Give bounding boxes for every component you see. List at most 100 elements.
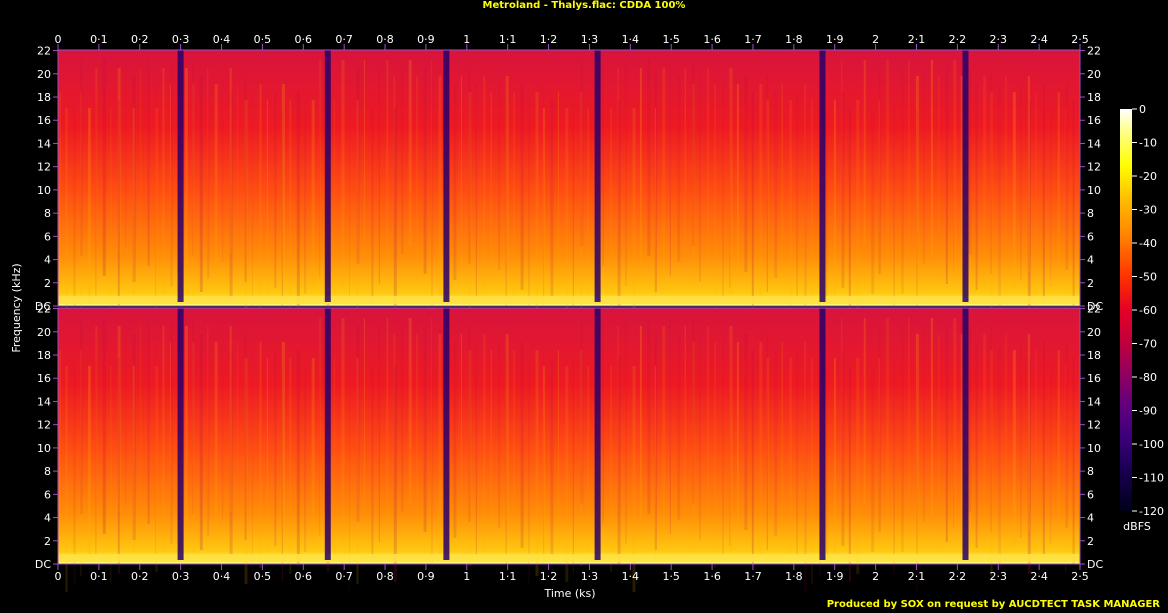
low-frequency-band <box>58 554 1080 562</box>
spectrogram-streak <box>699 76 701 282</box>
spectrogram-streak <box>833 100 836 296</box>
spectrogram-streak <box>408 318 412 504</box>
y-tick-label: 16 <box>37 372 51 385</box>
spectrogram-streak <box>341 318 345 544</box>
channel-2-spectrogram <box>57 307 1081 592</box>
spectrogram-streak <box>117 100 120 316</box>
x-tick-label: 0·2 <box>131 33 149 46</box>
spectrogram-streak <box>252 92 253 318</box>
y-tick-label: 18 <box>37 91 51 104</box>
x-tick-label: 1·1 <box>499 570 517 583</box>
y-tick-label: 8 <box>1087 465 1094 478</box>
spectrogram-streak <box>841 92 845 288</box>
spectrogram-streak <box>438 334 442 560</box>
silence-gap <box>177 50 184 302</box>
spectrogram-streak <box>416 334 419 540</box>
x-tick-label: 1 <box>463 570 470 583</box>
spectrogram-streak <box>617 358 621 564</box>
spectrogram-streak <box>550 358 554 554</box>
spectrogram-streak <box>102 60 106 276</box>
spectrogram-streak <box>543 342 544 568</box>
x-tick-label: 0·1 <box>90 570 108 583</box>
spectrogram-streak <box>692 318 695 504</box>
spectrogram-streak <box>214 84 218 270</box>
spectrogram-streak <box>893 366 895 572</box>
spectrogram-streak <box>453 342 457 538</box>
spectrogram-streak <box>953 60 957 276</box>
spectrogram-streak <box>983 76 987 282</box>
spectrogram-streak <box>826 108 828 304</box>
spectrogram-streak <box>58 92 62 298</box>
spectrogram-streak <box>505 76 509 262</box>
spectrogram-streak <box>662 68 666 284</box>
spectrogram-streak <box>923 68 925 264</box>
spectrogram-streak <box>289 358 292 574</box>
spectrogram-streak <box>73 358 76 584</box>
silence-gap <box>594 50 601 302</box>
x-tick-label: 1·1 <box>499 33 517 46</box>
spectrogram-streak <box>386 60 389 276</box>
spectrogram-streak <box>833 358 836 554</box>
spectrogram-streak <box>848 108 851 324</box>
spectrogram-streak <box>244 334 247 540</box>
x-tick-label: 2·1 <box>908 33 926 46</box>
spectrogram-streak <box>990 326 992 532</box>
spectrogram-streak <box>1020 84 1022 280</box>
spectrogram-streak <box>356 100 359 326</box>
spectrogram-streak <box>1035 350 1037 566</box>
spectrogram-streak <box>475 84 477 300</box>
spectrogram-streak <box>520 84 524 290</box>
spectrogram-streak <box>274 350 277 546</box>
x-tick-label: 0·5 <box>254 33 272 46</box>
x-tick-label: 1·2 <box>540 570 558 583</box>
spectrogram-streak <box>199 334 203 550</box>
spectrogram-streak <box>960 76 963 262</box>
x-axis-top: 0 0·1 0·2 0·3 0·4 0·5 0·6 0·7 0·8 0·9 1 1·1 1·2 1·3 1·… <box>55 33 1089 50</box>
y-tick-label: 14 <box>37 137 51 150</box>
spectrogram-streak <box>654 108 656 304</box>
spectrogram-streak <box>125 318 127 504</box>
spectrogram-streak <box>87 108 91 304</box>
spectrogram-streak <box>923 326 925 522</box>
spectrogram-streak <box>722 334 724 560</box>
colorbar-tick-label: -90 <box>1139 405 1157 418</box>
y-tick-label: 12 <box>1087 161 1101 174</box>
x-tick-label: 0·7 <box>335 570 353 583</box>
spectrogram-streak <box>1057 350 1060 536</box>
spectrogram-streak <box>647 318 651 514</box>
spectrogram-streak <box>73 100 76 326</box>
spectrogram-chart: 0 0·1 0·2 0·3 0·4 0·5 0·6 0·7 0·8 0·9 1 1·1 1·2 1·3 1·… <box>10 33 1164 600</box>
spectrogram-streak <box>416 76 419 282</box>
colorbar-tick-label: -100 <box>1139 438 1164 451</box>
spectrogram-streak <box>222 334 224 520</box>
spectrogram-streak <box>110 108 112 324</box>
spectrogram-streak <box>259 84 262 310</box>
spectrogram-streak <box>1050 358 1052 544</box>
y-tick-label: 20 <box>1087 326 1101 339</box>
spectrogram-streak <box>132 108 135 294</box>
y-tick-label: 2 <box>44 277 51 290</box>
x-tick-label: 0·3 <box>172 33 190 46</box>
x-tick-label: 0·8 <box>376 33 394 46</box>
spectrogram-streak <box>229 326 232 512</box>
x-tick-label: 1·4 <box>622 570 640 583</box>
spectrogram-streak <box>87 366 91 562</box>
spectrogram-streak <box>736 342 739 538</box>
spectrogram-streak <box>498 84 501 270</box>
spectrogram-streak <box>714 342 716 568</box>
y-tick-label: 14 <box>1087 137 1101 150</box>
colorbar-ticks: 0 -10 -20 -30 -40 -50 -60 -70 -80 -90 -100 -110 -120 <box>1132 103 1164 518</box>
x-tick-label: 1·7 <box>744 570 762 583</box>
colorbar-tick-label: -10 <box>1139 137 1157 150</box>
spectrogram-streak <box>528 358 530 584</box>
y-tick-label: 10 <box>1087 184 1101 197</box>
spectrogram-streak <box>1065 342 1069 528</box>
spectrogram-streak <box>781 84 783 270</box>
spectrogram-streak <box>319 350 321 536</box>
spectrogram-streak <box>363 60 365 256</box>
colorbar-tick-label: -110 <box>1139 472 1164 485</box>
spectrogram-streak <box>960 334 963 520</box>
spectrogram-streak <box>102 318 106 534</box>
spectrogram-streak <box>811 100 813 326</box>
x-tick-label: 1·3 <box>581 570 599 583</box>
